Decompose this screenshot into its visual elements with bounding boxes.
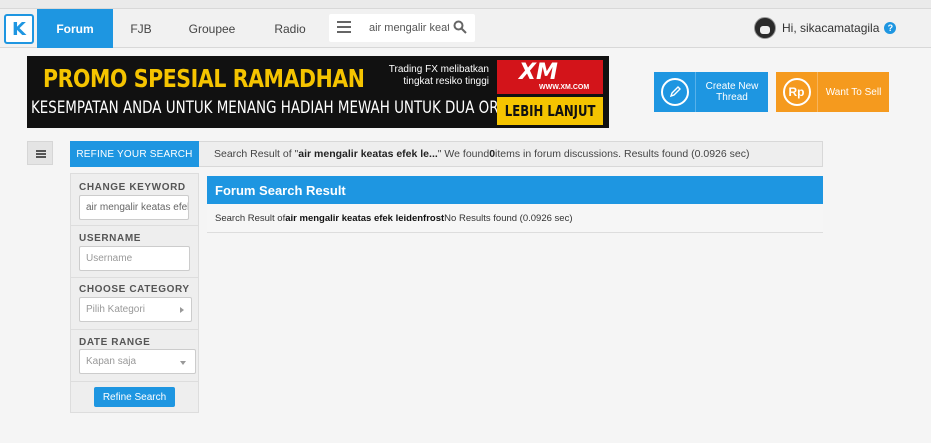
category-section: CHOOSE CATEGORY Pilih Kategori <box>71 278 198 330</box>
promo-banner[interactable]: PROMO SPESIAL RAMADHAN KESEMPATAN ANDA U… <box>27 56 609 128</box>
search-info-bar: Search Result of " air mengalir keatas ef… <box>199 141 823 167</box>
rupiah-icon: Rp <box>782 78 811 106</box>
top-navigation-bar: K Forum FJB Groupee Radio Hi, sikacamata… <box>0 8 931 48</box>
help-icon[interactable]: ? <box>884 22 897 34</box>
window-top-strip <box>0 0 931 8</box>
result-query: air mengalir keatas efek leidenfrost <box>285 212 445 224</box>
info-prefix: Search Result of " <box>214 148 299 160</box>
refine-panel: CHANGE KEYWORD air mengalir keatas efek … <box>70 173 199 413</box>
search-input[interactable] <box>369 20 449 36</box>
banner-risk-note: Trading FX melibatkan tingkat resiko tin… <box>371 64 489 88</box>
keyword-input[interactable]: air mengalir keatas efek <box>79 195 189 220</box>
username-section: USERNAME Username <box>71 226 198 278</box>
tab-fjb[interactable]: FJB <box>113 9 169 48</box>
want-to-sell-button[interactable]: Rp Want To Sell <box>776 72 889 112</box>
tab-radio[interactable]: Radio <box>255 9 325 48</box>
kaskus-logo-icon[interactable]: K <box>4 14 34 44</box>
sidebar-toggle-icon[interactable] <box>27 141 53 165</box>
date-range-select[interactable]: Kapan saja <box>79 349 196 374</box>
refine-your-search-header[interactable]: REFINE YOUR SEARCH <box>70 141 199 167</box>
user-menu[interactable]: Hi, sikacamatagila ? <box>754 14 897 42</box>
logo-glyph: K <box>12 18 26 40</box>
tab-groupee-label: Groupee <box>188 21 236 36</box>
date-range-value: Kapan saja <box>86 356 137 367</box>
date-range-label: DATE RANGE <box>79 337 151 348</box>
info-suffix: items in forum discussions. Results foun… <box>495 148 750 160</box>
search-category-list-icon[interactable] <box>337 21 351 33</box>
username-label: USERNAME <box>79 233 142 244</box>
keyword-section: CHANGE KEYWORD air mengalir keatas efek <box>71 174 198 226</box>
info-mid: " We found <box>437 148 490 160</box>
rupiah-icon-wrap: Rp <box>776 72 818 112</box>
forum-search-result-body: Search Result of air mengalir keatas efe… <box>207 204 823 233</box>
create-new-thread-button[interactable]: Create New Thread <box>654 72 768 112</box>
banner-cta-label: LEBIH LANJUT <box>504 102 596 120</box>
tab-forum[interactable]: Forum <box>37 9 113 48</box>
create-thread-line2: Thread <box>716 92 748 103</box>
banner-brand: XM <box>519 60 558 85</box>
category-select[interactable]: Pilih Kategori <box>79 297 192 322</box>
result-prefix: Search Result of <box>215 212 286 224</box>
result-suffix: No Results found (0.0926 sec) <box>444 212 573 224</box>
banner-title: PROMO SPESIAL RAMADHAN <box>43 64 365 93</box>
chevron-right-icon <box>180 307 184 313</box>
create-thread-label: Create New Thread <box>696 81 768 103</box>
avatar[interactable] <box>754 17 776 39</box>
create-thread-line1: Create New <box>705 81 759 92</box>
banner-brand-url: WWW.XM.COM <box>539 84 590 91</box>
search-icon[interactable] <box>453 20 467 34</box>
category-select-value: Pilih Kategori <box>86 304 145 315</box>
banner-risk-line2: tingkat resiko tinggi <box>403 76 489 87</box>
tab-groupee[interactable]: Groupee <box>172 9 252 48</box>
pencil-icon <box>660 78 689 106</box>
tab-fjb-label: FJB <box>130 21 152 36</box>
forum-search-result-title: Forum Search Result <box>207 176 823 204</box>
date-range-section: DATE RANGE Kapan saja <box>71 330 198 382</box>
tab-forum-label: Forum <box>56 21 94 36</box>
search-box <box>329 14 475 42</box>
username-field[interactable]: Username <box>79 246 190 271</box>
banner-cta-button[interactable]: LEBIH LANJUT <box>497 97 603 125</box>
refine-search-button[interactable]: Refine Search <box>94 387 175 407</box>
banner-risk-line1: Trading FX melibatkan <box>388 64 489 75</box>
category-label: CHOOSE CATEGORY <box>79 284 190 295</box>
tab-radio-label: Radio <box>274 21 306 36</box>
keyword-label: CHANGE KEYWORD <box>79 182 186 193</box>
info-query: air mengalir keatas efek le... <box>298 148 438 160</box>
chevron-down-icon <box>180 361 186 365</box>
user-greeting[interactable]: Hi, sikacamatagila <box>782 21 879 35</box>
banner-subtitle: KESEMPATAN ANDA UNTUK MENANG HADIAH MEWA… <box>31 98 528 118</box>
want-to-sell-label: Want To Sell <box>825 86 882 98</box>
pencil-icon-wrap <box>654 72 696 112</box>
